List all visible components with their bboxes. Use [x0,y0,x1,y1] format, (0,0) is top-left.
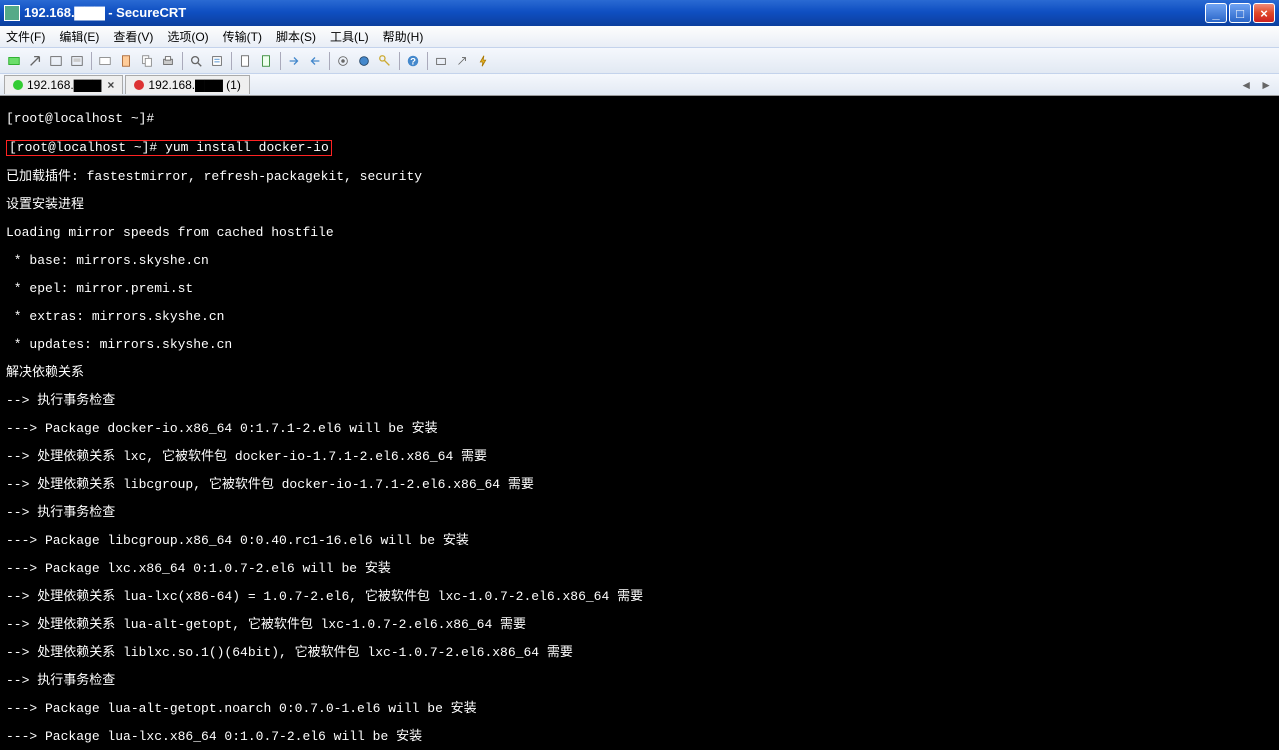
disconnect-icon[interactable] [95,51,115,71]
find-icon[interactable] [186,51,206,71]
separator-icon [427,52,428,70]
paste-icon[interactable] [116,51,136,71]
terminal-line: --> 处理依赖关系 lua-alt-getopt, 它被软件包 lxc-1.0… [6,618,1273,632]
terminal-line: --> 处理依赖关系 liblxc.so.1()(64bit), 它被软件包 l… [6,646,1273,660]
terminal-line: --> 执行事务检查 [6,394,1273,408]
titlebar[interactable]: 192.168.▇▇▇ - SecureCRT _ □ × [0,0,1279,26]
close-tab-icon[interactable]: × [107,78,114,92]
terminal-line: 解决依赖关系 [6,366,1273,380]
close-window-button[interactable]: × [1253,3,1275,23]
terminal-line: ---> Package lua-alt-getopt.noarch 0:0.7… [6,702,1273,716]
svg-text:?: ? [410,56,416,67]
toolbar: ? [0,48,1279,74]
terminal-line: 设置安装进程 [6,198,1273,212]
highlighted-command: [root@localhost ~]# yum install docker-i… [6,140,1273,156]
print-icon[interactable] [158,51,178,71]
window-buttons: _ □ × [1205,3,1275,23]
terminal-line: * epel: mirror.premi.st [6,282,1273,296]
menu-script[interactable]: 脚本(S) [276,28,316,45]
terminal-line: ---> Package lxc.x86_64 0:1.0.7-2.el6 wi… [6,562,1273,576]
terminal-line: ---> Package libcgroup.x86_64 0:0.40.rc1… [6,534,1273,548]
tab-next-icon[interactable]: ► [1257,78,1275,92]
disconnected-icon [134,80,144,90]
settings-icon[interactable] [333,51,353,71]
app-icon [4,5,20,21]
window-title: 192.168.▇▇▇ - SecureCRT [24,5,1205,21]
tabbar: 192.168.▇▇▇ × 192.168.▇▇▇ (1) ◄ ► [0,74,1279,96]
menubar: 文件(F) 编辑(E) 查看(V) 选项(O) 传输(T) 脚本(S) 工具(L… [0,26,1279,48]
separator-icon [329,52,330,70]
separator-icon [280,52,281,70]
properties-icon[interactable] [207,51,227,71]
separator-icon [182,52,183,70]
tab-navigation: ◄ ► [1237,78,1275,92]
terminal-line: --> 处理依赖关系 lua-lxc(x86-64) = 1.0.7-2.el6… [6,590,1273,604]
menu-tools[interactable]: 工具(L) [330,28,369,45]
separator-icon [231,52,232,70]
ftp-icon[interactable] [431,51,451,71]
menu-file[interactable]: 文件(F) [6,28,45,45]
terminal-line: --> 执行事务检查 [6,674,1273,688]
separator-icon [399,52,400,70]
terminal[interactable]: [root@localhost ~]# [root@localhost ~]# … [0,96,1279,750]
launch-icon[interactable] [452,51,472,71]
terminal-line: * base: mirrors.skyshe.cn [6,254,1273,268]
terminal-line: --> 处理依赖关系 libcgroup, 它被软件包 docker-io-1.… [6,478,1273,492]
quick-connect-icon[interactable] [25,51,45,71]
reconnect-icon[interactable] [67,51,87,71]
menu-help[interactable]: 帮助(H) [383,28,424,45]
connected-icon [13,80,23,90]
forward-icon[interactable] [284,51,304,71]
tab-inactive[interactable]: 192.168.▇▇▇ (1) [125,75,249,94]
lightning-icon[interactable] [473,51,493,71]
menu-edit[interactable]: 编辑(E) [59,28,99,45]
terminal-line: ---> Package lua-lxc.x86_64 0:1.0.7-2.el… [6,730,1273,744]
tab-label: 192.168.▇▇▇ [27,78,101,92]
terminal-line: --> 执行事务检查 [6,506,1273,520]
terminal-line: ---> Package docker-io.x86_64 0:1.7.1-2.… [6,422,1273,436]
terminal-line: 已加载插件: fastestmirror, refresh-packagekit… [6,170,1273,184]
tab-active[interactable]: 192.168.▇▇▇ × [4,75,123,94]
separator-icon [91,52,92,70]
menu-options[interactable]: 选项(O) [167,28,208,45]
terminal-line: * updates: mirrors.skyshe.cn [6,338,1273,352]
maximize-button[interactable]: □ [1229,3,1251,23]
terminal-line: --> 处理依赖关系 lxc, 它被软件包 docker-io-1.7.1-2.… [6,450,1273,464]
global-options-icon[interactable] [354,51,374,71]
help-icon[interactable]: ? [403,51,423,71]
tab-prev-icon[interactable]: ◄ [1237,78,1255,92]
log-raw-icon[interactable] [256,51,276,71]
minimize-button[interactable]: _ [1205,3,1227,23]
log-icon[interactable] [235,51,255,71]
copy-icon[interactable] [137,51,157,71]
tab-label: 192.168.▇▇▇ (1) [148,78,240,92]
connect-icon[interactable] [4,51,24,71]
key-icon[interactable] [375,51,395,71]
menu-view[interactable]: 查看(V) [113,28,153,45]
menu-transfer[interactable]: 传输(T) [223,28,262,45]
connect-tab-icon[interactable] [46,51,66,71]
terminal-line: * extras: mirrors.skyshe.cn [6,310,1273,324]
terminal-line: Loading mirror speeds from cached hostfi… [6,226,1273,240]
terminal-line: [root@localhost ~]# [6,112,1273,126]
back-icon[interactable] [305,51,325,71]
